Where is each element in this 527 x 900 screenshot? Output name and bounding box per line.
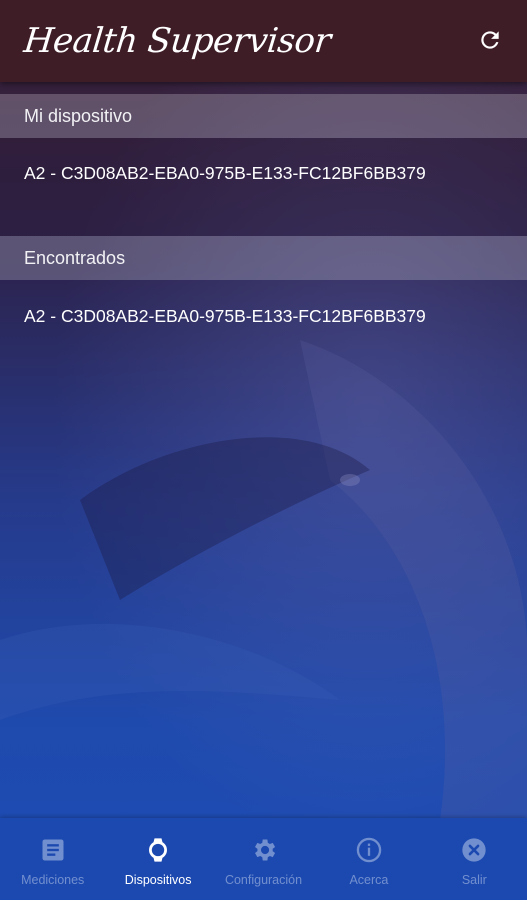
app-title: Health Supervisor [21, 21, 333, 61]
refresh-icon [481, 31, 499, 49]
nav-label-salir: Salir [461, 873, 487, 887]
my-device-item[interactable]: A2 - C3D08AB2-EBA0-975B-E133-FC12BF6BB37… [24, 163, 426, 184]
nav-item-configuracion[interactable]: Configuración [211, 818, 316, 900]
refresh-button[interactable] [475, 25, 505, 55]
nav-item-mediciones[interactable]: Mediciones [0, 818, 105, 900]
nav-item-dispositivos[interactable]: Dispositivos [105, 818, 210, 900]
watch-icon [144, 836, 172, 864]
section-header-found: Encontrados [0, 236, 527, 280]
nav-label-dispositivos: Dispositivos [124, 873, 192, 887]
gear-icon [250, 836, 278, 864]
nav-item-acerca[interactable]: Acerca [316, 818, 421, 900]
section-header-my-device: Mi dispositivo [0, 94, 527, 138]
app-bar: Health Supervisor [0, 0, 527, 82]
my-device-list [0, 138, 527, 236]
found-device-item[interactable]: A2 - C3D08AB2-EBA0-975B-E133-FC12BF6BB37… [24, 306, 426, 327]
bottom-navigation: Mediciones Dispositivos Configuración Ac… [0, 818, 527, 900]
close-circle-icon [460, 836, 488, 864]
nav-label-acerca: Acerca [349, 873, 389, 887]
nav-item-salir[interactable]: Salir [422, 818, 527, 900]
nav-label-configuracion: Configuración [224, 873, 303, 887]
nav-label-mediciones: Mediciones [21, 873, 85, 887]
document-icon [39, 836, 67, 864]
info-icon [355, 836, 383, 864]
